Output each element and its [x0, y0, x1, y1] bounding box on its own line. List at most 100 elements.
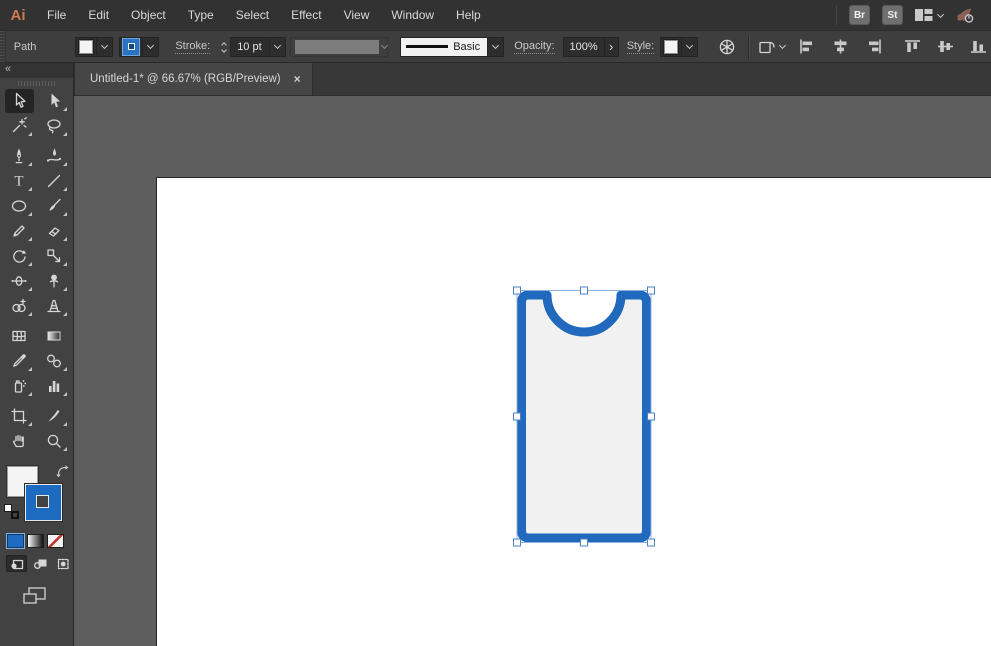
- eraser-tool[interactable]: [40, 219, 69, 243]
- handle-bottom-left[interactable]: [513, 538, 521, 547]
- color-button[interactable]: [6, 533, 25, 549]
- symbol-sprayer-tool[interactable]: [5, 374, 34, 398]
- handle-bottom-right[interactable]: [647, 538, 655, 547]
- document-tab[interactable]: Untitled-1* @ 66.67% (RGB/Preview) ×: [74, 63, 313, 95]
- align-horizontal-right-button[interactable]: [861, 34, 886, 60]
- curvature-tool[interactable]: [40, 144, 69, 168]
- handle-bottom-center[interactable]: [580, 538, 588, 547]
- none-button[interactable]: [47, 534, 64, 548]
- recolor-artwork-button[interactable]: [714, 34, 740, 60]
- brush-definition-value: Basic: [453, 40, 481, 53]
- menu-type[interactable]: Type: [177, 0, 225, 30]
- stroke-color-picker[interactable]: [119, 36, 160, 57]
- fill-color-picker[interactable]: [75, 36, 114, 57]
- gradient-button[interactable]: [27, 534, 44, 548]
- lasso-tool[interactable]: [40, 114, 69, 138]
- document-area: Untitled-1* @ 66.67% (RGB/Preview) ×: [74, 63, 991, 646]
- menu-edit[interactable]: Edit: [77, 0, 120, 30]
- opacity-label[interactable]: Opacity:: [514, 40, 555, 54]
- shape-builder-tool[interactable]: [5, 294, 34, 318]
- pen-nib-icon: [15, 148, 23, 164]
- menu-file[interactable]: File: [36, 0, 77, 30]
- artboard-tool[interactable]: [5, 404, 34, 428]
- swap-fill-stroke-icon[interactable]: [55, 464, 70, 479]
- column-graph-tool[interactable]: [40, 374, 69, 398]
- opacity-select[interactable]: 100% ›: [562, 36, 619, 57]
- menu-view[interactable]: View: [333, 0, 381, 30]
- brush-definition-select[interactable]: Basic: [400, 36, 505, 57]
- opacity-value: 100%: [569, 40, 598, 53]
- stroke-weight-select[interactable]: 10 pt: [230, 36, 287, 57]
- controlbar-grip-handle[interactable]: [0, 31, 6, 62]
- magic-wand-tool[interactable]: [5, 114, 34, 138]
- eyedropper-tool[interactable]: [5, 349, 34, 373]
- opacity-panel-arrow-icon[interactable]: ›: [603, 37, 618, 56]
- stock-button[interactable]: St: [882, 5, 903, 25]
- align-vertical-bottom-button[interactable]: [966, 34, 991, 60]
- stroke-ring-icon: [127, 43, 135, 50]
- style-label[interactable]: Style:: [626, 40, 655, 54]
- draw-behind-button[interactable]: [29, 555, 50, 572]
- handle-top-center[interactable]: [580, 286, 588, 295]
- gradient-tool[interactable]: [40, 324, 69, 348]
- line-segment-tool[interactable]: [40, 169, 69, 193]
- gpu-performance-icon[interactable]: [955, 6, 975, 24]
- line-segment-icon: [47, 174, 61, 188]
- style-picker[interactable]: [660, 36, 699, 57]
- default-fill-stroke-button[interactable]: [4, 504, 19, 519]
- collapse-panel-button[interactable]: «: [5, 63, 11, 75]
- blend-tool[interactable]: [40, 349, 69, 373]
- menu-object[interactable]: Object: [120, 0, 177, 30]
- width-tool[interactable]: [5, 269, 34, 293]
- chevron-down-icon: [101, 41, 109, 50]
- chevron-down-icon: [274, 41, 282, 50]
- change-screen-mode-button[interactable]: [22, 586, 48, 606]
- fill-swatch[interactable]: [78, 38, 95, 55]
- pencil-icon: [13, 225, 25, 237]
- hand-tool[interactable]: [5, 429, 34, 453]
- workspace-switcher-button[interactable]: [915, 8, 945, 22]
- pencil-tool[interactable]: [5, 219, 34, 243]
- stroke-proxy-swatch[interactable]: [25, 484, 62, 521]
- bridge-button[interactable]: Br: [849, 5, 870, 25]
- ellipse-tool[interactable]: [5, 194, 34, 218]
- menu-select[interactable]: Select: [225, 0, 280, 30]
- default-stroke-mini-icon: [11, 511, 19, 519]
- menu-help[interactable]: Help: [445, 0, 492, 30]
- mesh-tool[interactable]: [5, 324, 34, 348]
- stepper-down-icon[interactable]: [221, 47, 228, 53]
- align-vertical-top-button[interactable]: [900, 34, 925, 60]
- align-horizontal-left-button[interactable]: [795, 34, 820, 60]
- type-tool[interactable]: T: [5, 169, 34, 193]
- pen-tool[interactable]: [5, 144, 34, 168]
- magic-wand-icon: [12, 117, 27, 133]
- menu-effect[interactable]: Effect: [280, 0, 332, 30]
- notched-rectangle-shape[interactable]: [517, 290, 651, 543]
- handle-top-right[interactable]: [647, 286, 655, 295]
- direct-selection-tool[interactable]: [40, 89, 69, 113]
- align-vertical-center-button[interactable]: [933, 34, 958, 60]
- stroke-weight-stepper[interactable]: [218, 41, 230, 53]
- handle-top-left[interactable]: [513, 286, 521, 295]
- stroke-weight-label[interactable]: Stroke:: [175, 40, 211, 54]
- paintbrush-tool[interactable]: [40, 194, 69, 218]
- draw-inside-button[interactable]: [52, 555, 73, 572]
- slice-tool[interactable]: [40, 404, 69, 428]
- style-swatch[interactable]: [663, 38, 680, 55]
- tools-panel-grip[interactable]: [0, 78, 73, 89]
- menu-window[interactable]: Window: [380, 0, 445, 30]
- scale-tool[interactable]: [40, 244, 69, 268]
- close-tab-icon[interactable]: ×: [294, 73, 301, 85]
- draw-normal-button[interactable]: [6, 555, 27, 572]
- perspective-grid-tool[interactable]: [40, 294, 69, 318]
- zoom-tool[interactable]: [40, 429, 69, 453]
- rotate-tool[interactable]: [5, 244, 34, 268]
- handle-middle-right[interactable]: [647, 412, 655, 421]
- chevron-down-icon: [778, 41, 787, 50]
- selection-tool[interactable]: [4, 89, 34, 113]
- select-similar-button[interactable]: [757, 38, 787, 56]
- align-horizontal-center-button[interactable]: [828, 34, 853, 60]
- handle-middle-left[interactable]: [513, 412, 521, 421]
- stroke-swatch[interactable]: [122, 37, 141, 56]
- puppet-warp-tool[interactable]: [40, 269, 69, 293]
